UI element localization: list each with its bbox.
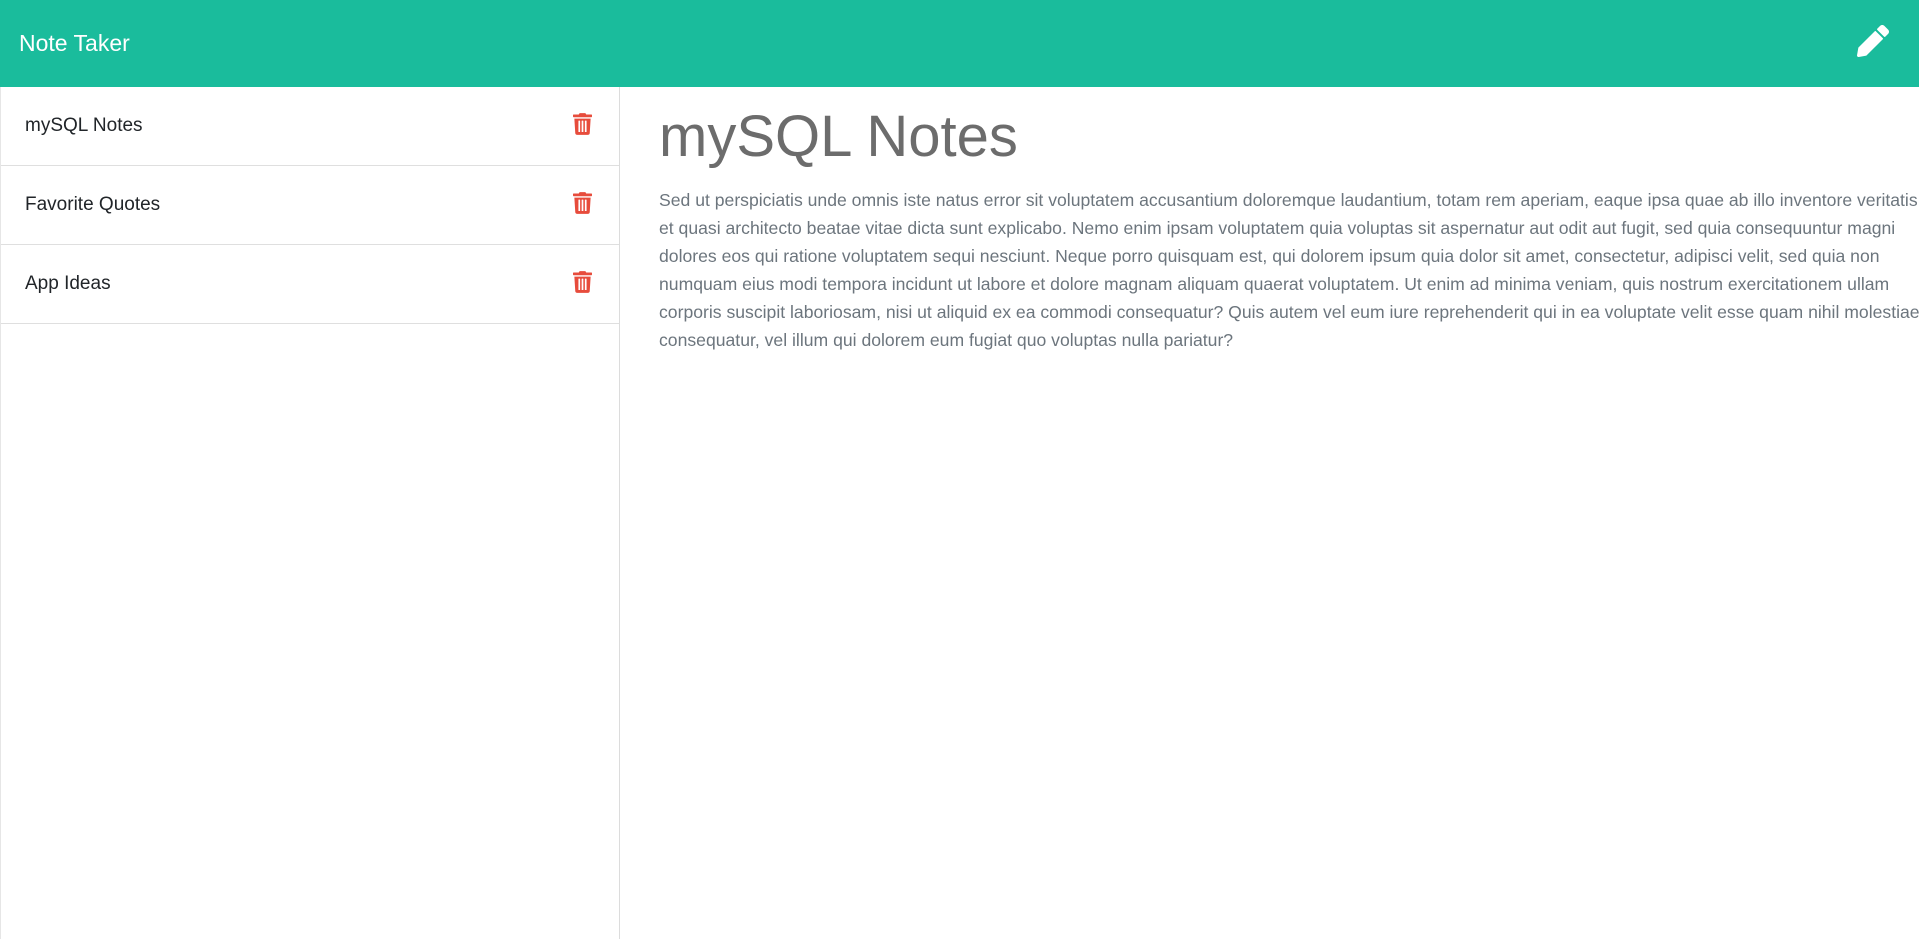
trash-icon xyxy=(572,270,592,298)
note-title-display[interactable]: mySQL Notes xyxy=(659,102,1893,172)
delete-note-button[interactable] xyxy=(569,191,595,219)
note-list-title: mySQL Notes xyxy=(25,115,143,136)
note-list-item[interactable]: App Ideas xyxy=(1,245,619,324)
note-list-item[interactable]: Favorite Quotes xyxy=(1,166,619,245)
note-sidebar: mySQL Notes Favorite Quotes App Ideas xyxy=(0,87,620,939)
note-text-display[interactable]: Sed ut perspiciatis unde omnis iste natu… xyxy=(659,186,1919,354)
note-list-title: Favorite Quotes xyxy=(25,194,161,215)
new-note-button[interactable] xyxy=(1855,25,1891,62)
navbar: Note Taker xyxy=(0,0,1919,87)
delete-note-button[interactable] xyxy=(569,270,595,298)
note-list: mySQL Notes Favorite Quotes App Ideas xyxy=(1,87,619,324)
pencil-icon xyxy=(1857,25,1889,62)
brand-link[interactable]: Note Taker xyxy=(19,32,130,55)
trash-icon xyxy=(572,112,592,140)
delete-note-button[interactable] xyxy=(569,112,595,140)
trash-icon xyxy=(572,191,592,219)
note-list-item[interactable]: mySQL Notes xyxy=(1,87,619,166)
note-list-title: App Ideas xyxy=(25,273,111,294)
note-editor: mySQL Notes Sed ut perspiciatis unde omn… xyxy=(621,87,1919,939)
